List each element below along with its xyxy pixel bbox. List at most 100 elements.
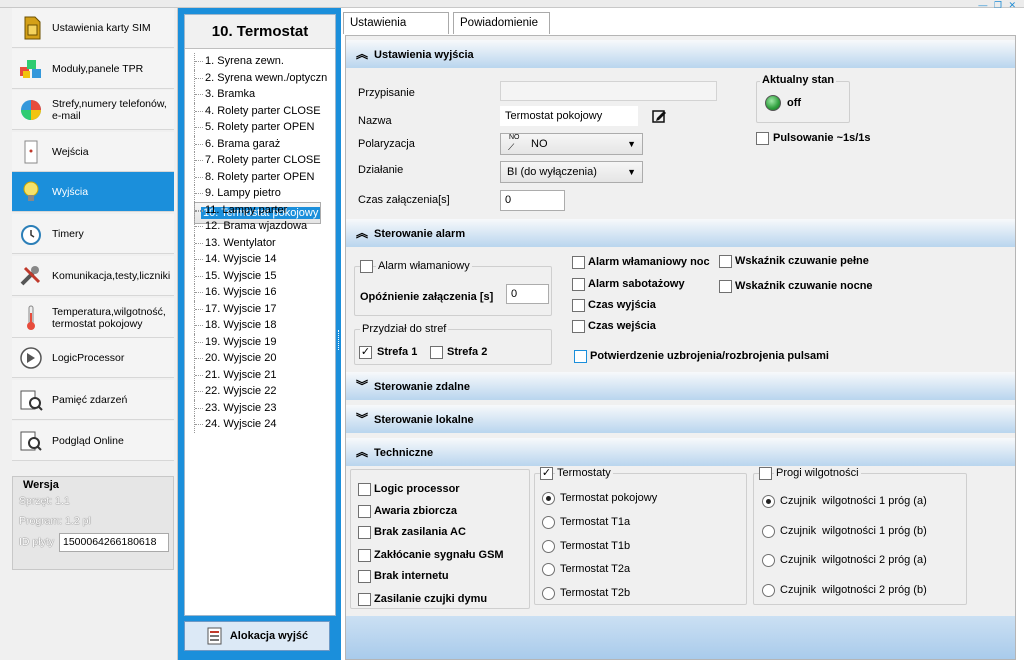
version-title: Wersja xyxy=(23,479,59,491)
on-time-field[interactable]: 0 xyxy=(500,190,565,211)
name-field[interactable]: Termostat pokojowy xyxy=(500,106,638,126)
technical-checkbox[interactable] xyxy=(358,549,371,562)
output-item[interactable]: 22. Wyjscie 22 xyxy=(194,383,334,400)
burglary-alarm-checkbox[interactable] xyxy=(360,260,373,273)
chevron-up-icon: ︽ xyxy=(356,226,369,240)
section-alarm-control[interactable]: ︽ Sterowanie alarm xyxy=(346,219,1015,247)
technical-checkbox[interactable] xyxy=(358,505,371,518)
output-item-label: 18. Wyjscie 18 xyxy=(205,319,277,331)
output-item[interactable]: 14. Wyjscie 14 xyxy=(194,251,334,268)
output-item[interactable]: 11. Lampy parter xyxy=(194,201,334,218)
pulsing-label: Pulsowanie ~1s/1s xyxy=(773,132,871,144)
output-item[interactable]: 7. Rolety parter CLOSE xyxy=(194,152,334,169)
humidity-radio[interactable] xyxy=(762,554,775,567)
state-value: off xyxy=(787,97,802,109)
humidity-radio[interactable] xyxy=(762,584,775,597)
output-item[interactable]: 3. Bramka xyxy=(194,86,334,103)
output-item[interactable]: 4. Rolety parter CLOSE xyxy=(194,102,334,119)
board-id-field[interactable]: 1500064266180618 xyxy=(59,533,169,552)
output-item[interactable]: 20. Wyjscie 20 xyxy=(194,350,334,367)
sidebar-item-4[interactable]: Wyjścia xyxy=(12,172,174,212)
sidebar-item-2[interactable]: Strefy,numery telefonów, e-mail xyxy=(12,90,174,130)
edit-icon[interactable] xyxy=(651,108,667,124)
section-remote-control[interactable]: ︾ Sterowanie zdalne xyxy=(346,372,1015,400)
night-alarm-checkbox[interactable] xyxy=(572,256,585,269)
sidebar-item-7[interactable]: Temperatura,wilgotność, termostat pokojo… xyxy=(12,298,174,338)
technical-checkbox[interactable] xyxy=(358,526,371,539)
tamper-alarm-checkbox[interactable] xyxy=(572,278,585,291)
output-item[interactable]: 2. Syrena wewn./optyczn xyxy=(194,69,334,86)
sidebar-item-0[interactable]: Ustawienia karty SIM xyxy=(12,8,174,48)
thermostat-radio[interactable] xyxy=(542,516,555,529)
night-alarm-label: Alarm włamaniowy noc xyxy=(588,256,710,268)
output-item-label: 6. Brama garaż xyxy=(205,137,281,150)
output-item[interactable]: 24. Wyjscie 24 xyxy=(194,416,334,433)
thermostat-radio[interactable] xyxy=(542,563,555,576)
exit-time-checkbox[interactable] xyxy=(572,299,585,312)
sidebar-item-10[interactable]: Podgląd Online xyxy=(12,421,174,461)
confirm-pulses-checkbox[interactable] xyxy=(574,350,587,363)
output-item[interactable]: 17. Wyjscie 17 xyxy=(194,300,334,317)
thermostat-radio[interactable] xyxy=(542,587,555,600)
output-item-label: 12. Brama wjazdowa xyxy=(205,220,308,232)
section-technical[interactable]: ︽ Techniczne xyxy=(346,438,1015,466)
door-sensor-icon xyxy=(18,139,44,165)
output-item[interactable]: 16. Wyjscie 16 xyxy=(194,284,334,301)
zones-pie-icon xyxy=(18,97,44,123)
delay-field[interactable]: 0 xyxy=(506,284,549,304)
night-arm-indicator-checkbox[interactable] xyxy=(719,280,732,293)
zone1-checkbox[interactable]: ✓ xyxy=(359,346,372,359)
output-item[interactable]: 6. Brama garaż xyxy=(194,135,334,152)
output-item[interactable]: 8. Rolety parter OPEN xyxy=(194,168,334,185)
output-item[interactable]: 13. Wentylator xyxy=(194,234,334,251)
sidebar-item-9[interactable]: Pamięć zdarzeń xyxy=(12,380,174,420)
full-arm-indicator-checkbox[interactable] xyxy=(719,255,732,268)
sidebar-item-3[interactable]: Wejścia xyxy=(12,132,174,172)
output-item-label: 16. Wyjscie 16 xyxy=(205,286,277,298)
polarization-select[interactable]: NO ⟋ NO ▼ xyxy=(500,133,643,155)
output-item-label: 1. Syrena zewn. xyxy=(205,55,284,67)
thermostats-title: Termostaty xyxy=(555,467,613,479)
output-item-label: 21. Wyjscie 21 xyxy=(205,368,277,381)
humidity-radio[interactable] xyxy=(762,525,775,538)
output-item[interactable]: 23. Wyjscie 23 xyxy=(194,399,334,416)
technical-checkbox[interactable] xyxy=(358,593,371,606)
alloc-outputs-button[interactable]: Alokacja wyjść xyxy=(184,621,330,651)
humidity-label: Czujnik wilgotności 2 próg (a) xyxy=(780,554,927,566)
name-label: Nazwa xyxy=(358,115,392,127)
sidebar-item-6[interactable]: Komunikacja,testy,liczniki xyxy=(12,256,174,296)
state-led-icon xyxy=(765,95,781,111)
tab-notification[interactable]: Powiadomienie xyxy=(453,12,550,34)
output-item[interactable]: 19. Wyjscie 19 xyxy=(194,333,334,350)
humidity-checkbox[interactable] xyxy=(759,467,772,480)
technical-checkbox[interactable] xyxy=(358,570,371,583)
sidebar-item-8[interactable]: LogicProcessor xyxy=(12,338,174,378)
output-item[interactable]: 18. Wyjscie 18 xyxy=(194,317,334,334)
entry-time-checkbox[interactable] xyxy=(572,320,585,333)
tools-icon xyxy=(18,263,44,289)
alarm-clock-icon xyxy=(18,221,44,247)
title-bar xyxy=(0,0,1024,8)
output-item[interactable]: 9. Lampy pietro xyxy=(194,185,334,202)
operation-select[interactable]: BI (do wyłączenia) ▼ xyxy=(500,161,643,183)
entry-time-label: Czas wejścia xyxy=(588,320,656,332)
thermostat-radio[interactable] xyxy=(542,540,555,553)
output-item[interactable]: 5. Rolety parter OPEN xyxy=(194,119,334,136)
output-item[interactable]: 15. Wyjscie 15 xyxy=(194,267,334,284)
sidebar-item-1[interactable]: Moduły,panele TPR xyxy=(12,49,174,89)
sidebar-item-5[interactable]: Timery xyxy=(12,214,174,254)
humidity-radio[interactable] xyxy=(762,495,775,508)
technical-checkbox[interactable] xyxy=(358,483,371,496)
zone-assign-title: Przydział do stref xyxy=(360,323,449,335)
output-item[interactable]: 1. Syrena zewn. xyxy=(194,53,334,70)
pulsing-checkbox[interactable] xyxy=(756,132,769,145)
zone2-checkbox[interactable] xyxy=(430,346,443,359)
thermostat-radio[interactable] xyxy=(542,492,555,505)
output-item[interactable]: 12. Brama wjazdowa xyxy=(194,218,334,235)
technical-label: Zakłócanie sygnału GSM xyxy=(374,549,504,561)
thermostats-checkbox[interactable]: ✓ xyxy=(540,467,553,480)
section-output-settings[interactable]: ︽ Ustawienia wyjścia xyxy=(346,40,1015,68)
section-local-control[interactable]: ︾ Sterowanie lokalne xyxy=(346,405,1015,433)
tab-output-settings[interactable]: Ustawienia wyjścia xyxy=(343,12,449,49)
output-item[interactable]: 21. Wyjscie 21 xyxy=(194,366,334,383)
